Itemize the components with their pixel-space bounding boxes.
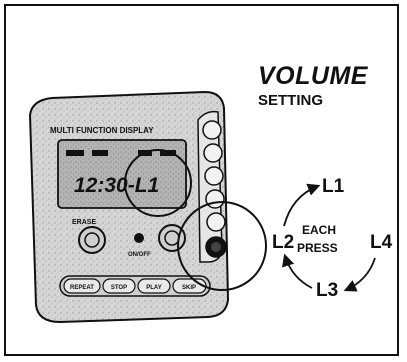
arrow-l2-to-l3 — [282, 253, 313, 289]
arrow-l4-to-l3 — [343, 257, 376, 292]
press-label: PRESS — [297, 241, 338, 255]
side-button-5[interactable] — [206, 212, 226, 232]
level-l3: L3 — [316, 280, 338, 301]
erase-label: ERASE — [72, 219, 96, 226]
each-label: EACH — [302, 223, 336, 237]
side-button-3[interactable] — [204, 166, 224, 186]
diagram-canvas: MULTI FUNCTION DISPLAY 12:30-L1 ERASE ON… — [28, 90, 393, 324]
side-button-1[interactable] — [202, 120, 222, 140]
play-label: PLAY — [146, 285, 161, 291]
erase-knob[interactable] — [78, 226, 106, 254]
volume-cycle: L1 L2 L3 L4 EACH PRESS — [272, 176, 393, 301]
stop-label: STOP — [111, 285, 127, 291]
panel-title: MULTI FUNCTION DISPLAY — [50, 126, 154, 135]
level-l4: L4 — [370, 232, 393, 253]
skip-label: SKIP — [182, 285, 196, 291]
on-off-button[interactable] — [134, 233, 144, 243]
level-l1: L1 — [322, 176, 345, 197]
side-button-2[interactable] — [203, 143, 223, 163]
on-off-label: ON/OFF — [128, 252, 151, 258]
lcd-indicator-2 — [92, 150, 108, 156]
lcd-indicator-1 — [66, 150, 84, 156]
lcd-readout: 12:30-L1 — [74, 174, 159, 197]
arrow-l2-to-l1 — [283, 183, 321, 227]
repeat-label: REPEAT — [70, 285, 94, 291]
remote-device: MULTI FUNCTION DISPLAY 12:30-L1 ERASE ON… — [28, 90, 267, 324]
level-l2: L2 — [272, 232, 294, 253]
side-button-4[interactable] — [205, 189, 225, 209]
